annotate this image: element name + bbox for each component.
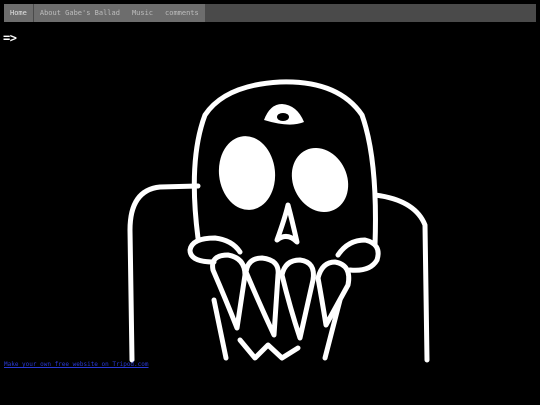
right-shoulder-outline (372, 192, 430, 363)
fang-3 (279, 257, 316, 341)
fang-4 (315, 259, 352, 328)
fang-2 (243, 255, 281, 338)
forehead-blob-hole (277, 113, 289, 121)
skull-illustration (127, 79, 430, 363)
left-shoulder-outline (127, 183, 201, 363)
nose-outline (274, 202, 300, 245)
lower-jaw-left (211, 297, 229, 361)
right-eye (291, 147, 349, 213)
lower-jaw-mid (237, 337, 301, 361)
tripod-footer-link[interactable]: Make your own free website on Tripod.com (4, 361, 149, 368)
left-eye (218, 136, 276, 210)
